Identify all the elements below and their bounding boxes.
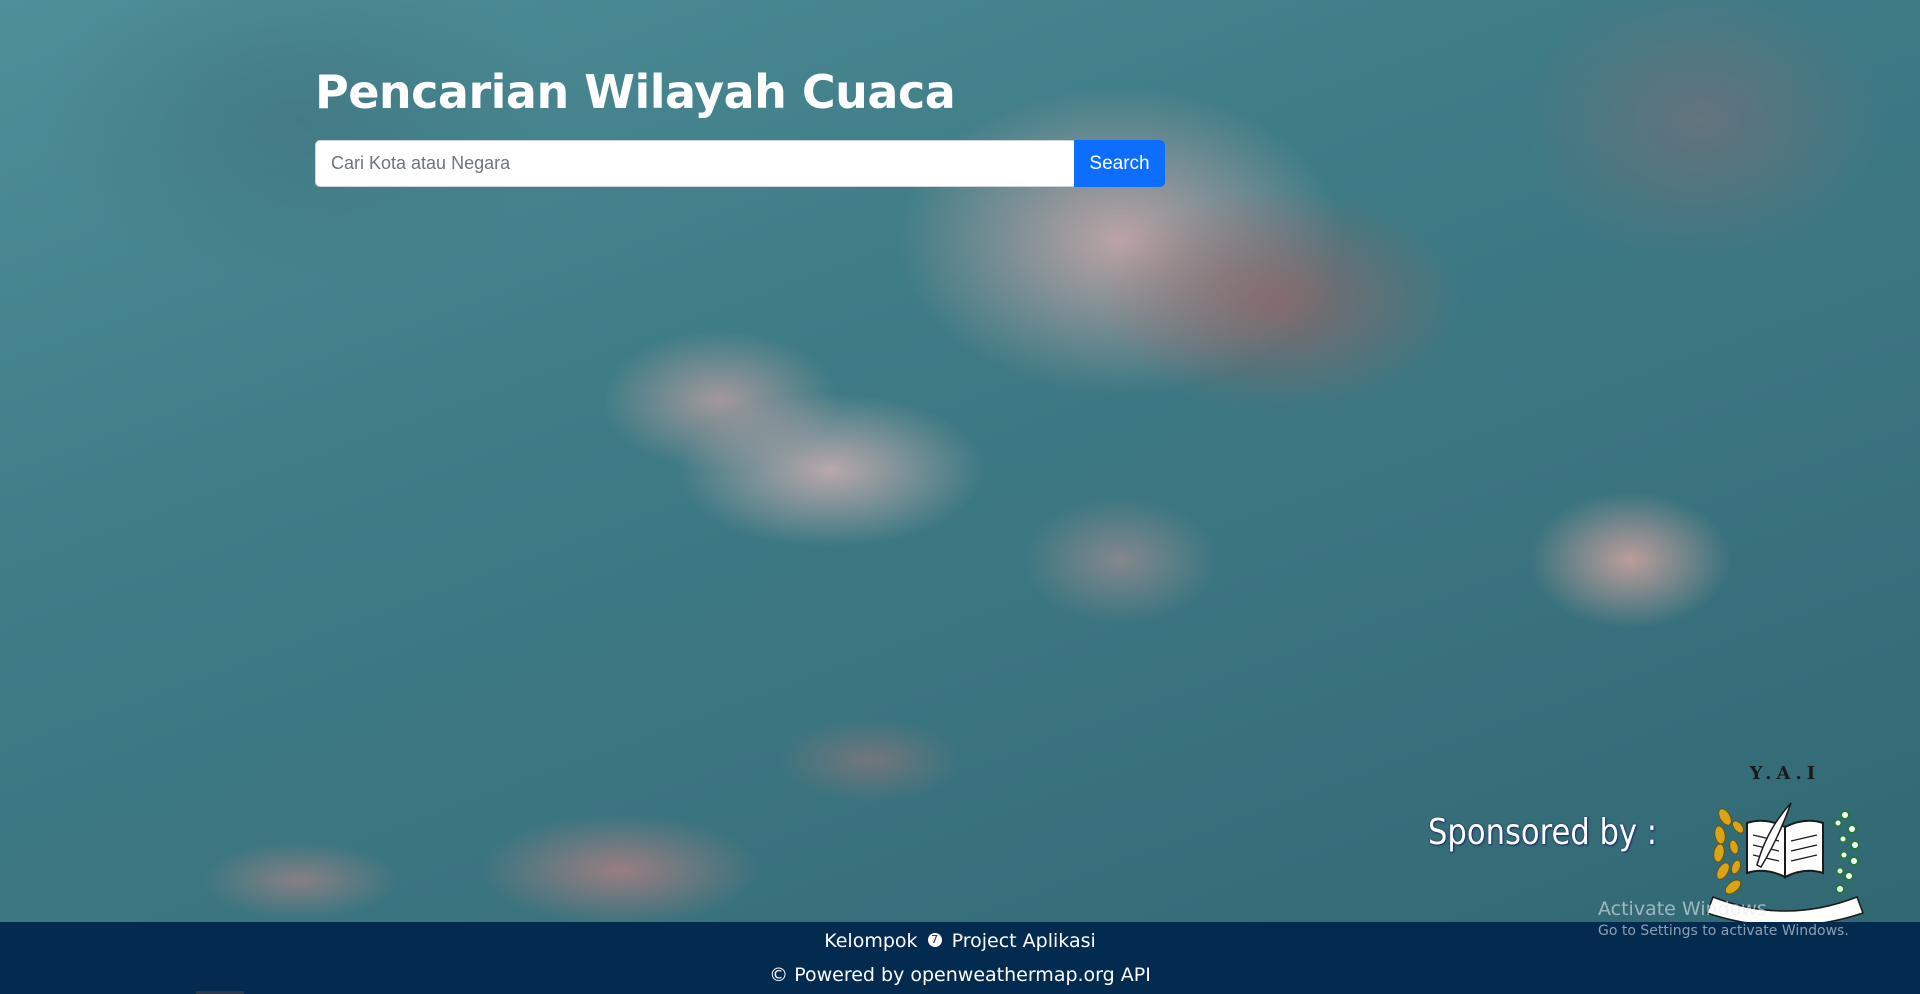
windows-activation-watermark: Activate Windows Go to Settings to activ… <box>1598 898 1849 939</box>
footer-project-label: Project Aplikasi <box>951 930 1096 952</box>
sponsor-label: Sponsored by : <box>1428 812 1658 853</box>
page-background: Pencarian Wilayah Cuaca Search Sponsored… <box>0 0 1920 994</box>
logo-text: Y.A.I <box>1749 763 1820 784</box>
watermark-subtitle: Go to Settings to activate Windows. <box>1598 923 1849 939</box>
footer-group-prefix: Kelompok <box>824 930 918 952</box>
search-section: Pencarian Wilayah Cuaca Search <box>315 62 1165 187</box>
footer-powered-by: © Powered by openweathermap.org API <box>769 964 1151 986</box>
watermark-title: Activate Windows <box>1598 898 1767 920</box>
group-number-badge: 7 <box>927 932 942 947</box>
search-input[interactable] <box>315 140 1074 187</box>
search-bar: Search <box>315 140 1165 187</box>
page-title: Pencarian Wilayah Cuaca <box>315 65 956 119</box>
search-button[interactable]: Search <box>1074 140 1165 187</box>
